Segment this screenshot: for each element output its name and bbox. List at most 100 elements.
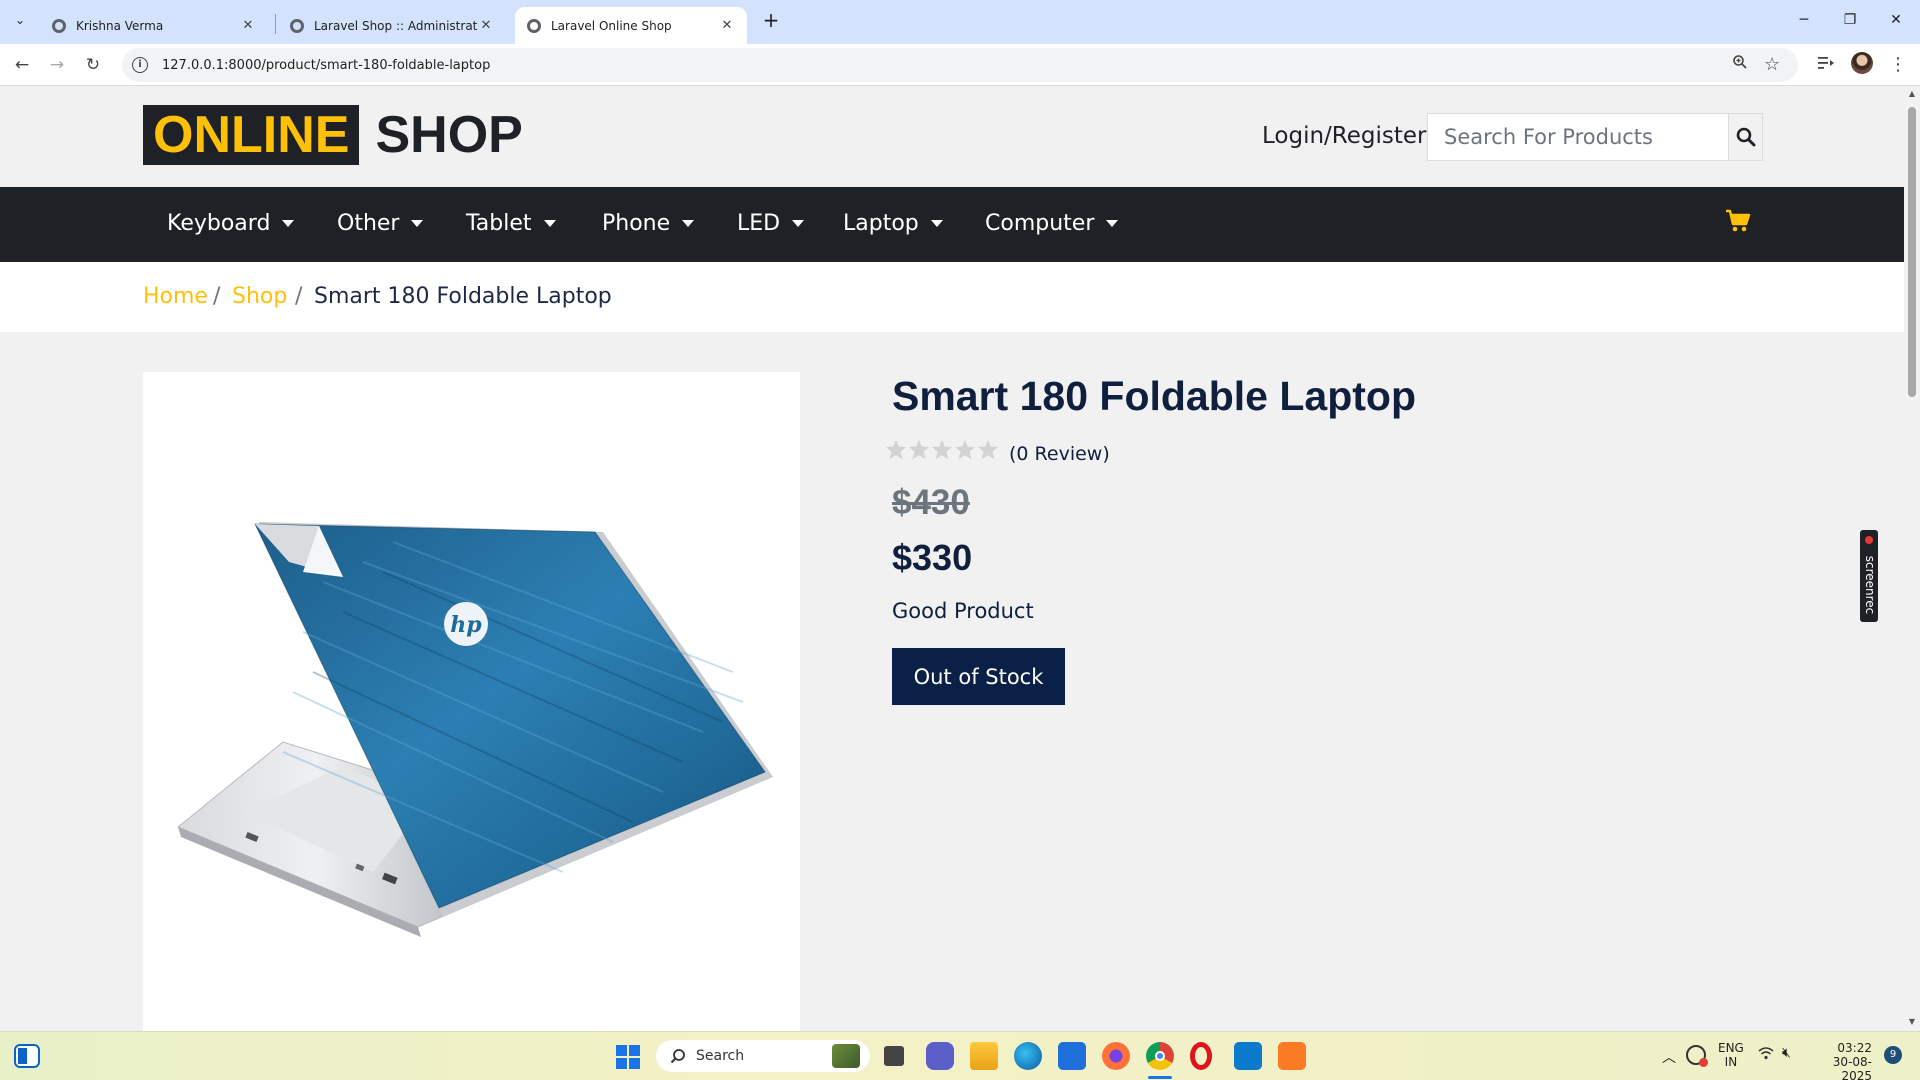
sale-price: $330 <box>892 537 973 578</box>
back-arrow-icon[interactable]: ← <box>8 51 36 79</box>
zoom-icon[interactable] <box>1732 48 1748 82</box>
media-queue-icon[interactable] <box>1812 51 1840 79</box>
breadcrumb: Home / Shop / Smart 180 Foldable Laptop <box>0 262 1904 332</box>
screenrec-widget[interactable]: screenrec <box>1860 530 1878 622</box>
forward-arrow-icon[interactable]: → <box>43 51 71 79</box>
widgets-icon[interactable] <box>14 1044 40 1068</box>
tab-close-icon[interactable]: ✕ <box>478 18 494 33</box>
chrome-icon[interactable] <box>1146 1042 1174 1070</box>
cart-icon[interactable] <box>1725 209 1751 237</box>
wifi-icon[interactable] <box>1758 1046 1774 1064</box>
region-code: IN <box>1724 1055 1738 1069</box>
browser-tab-active[interactable]: Laravel Online Shop ✕ <box>515 7 747 44</box>
nav-label: Laptop <box>843 211 919 236</box>
caret-down-icon <box>1106 220 1119 227</box>
file-explorer-icon[interactable] <box>970 1042 998 1070</box>
active-app-indicator <box>1148 1076 1172 1079</box>
nav-item-tablet[interactable]: Tablet <box>466 211 556 236</box>
clock[interactable]: 03:22 30-08-2025 <box>1810 1041 1872 1080</box>
show-hidden-icons-chevron-icon[interactable]: ︿ <box>1662 1047 1676 1067</box>
sync-icon[interactable] <box>1686 1045 1708 1067</box>
breadcrumb-shop-link[interactable]: Shop <box>232 284 287 309</box>
nav-label: LED <box>737 211 781 236</box>
star-empty-icon <box>908 439 930 460</box>
scroll-up-arrow-icon[interactable]: ▲ <box>1907 89 1917 98</box>
tab-title: Laravel Shop :: Administrative P <box>314 18 478 33</box>
speaker-muted-icon[interactable]: 🔇︎ <box>1782 1045 1791 1061</box>
tab-close-icon[interactable]: ✕ <box>719 18 735 33</box>
star-empty-icon <box>885 439 907 460</box>
search-icon <box>1736 127 1755 147</box>
nav-item-laptop[interactable]: Laptop <box>843 211 943 236</box>
nav-item-phone[interactable]: Phone <box>602 211 695 236</box>
microsoft-store-icon[interactable] <box>1058 1042 1086 1070</box>
nav-item-led[interactable]: LED <box>737 211 805 236</box>
nav-item-computer[interactable]: Computer <box>985 211 1119 236</box>
language-indicator[interactable]: ENG IN <box>1718 1041 1744 1069</box>
opera-icon[interactable] <box>1190 1042 1212 1070</box>
profile-avatar[interactable] <box>1851 52 1873 74</box>
globe-icon <box>527 18 541 33</box>
logo-text-shop: SHOP <box>375 106 523 164</box>
search-button[interactable] <box>1728 114 1762 160</box>
restore-icon[interactable]: ❐ <box>1836 8 1864 32</box>
xampp-icon[interactable] <box>1278 1042 1306 1070</box>
new-tab-button[interactable]: + <box>758 8 784 34</box>
edge-browser-icon[interactable] <box>1014 1042 1042 1070</box>
globe-icon <box>290 18 304 33</box>
caret-down-icon <box>682 220 695 227</box>
vscode-icon[interactable] <box>1234 1042 1262 1070</box>
nav-item-keyboard[interactable]: Keyboard <box>167 211 295 236</box>
original-price: $430 <box>892 483 970 522</box>
globe-icon <box>52 18 66 33</box>
login-register-link[interactable]: Login/Register <box>1262 123 1427 149</box>
tab-title: Krishna Verma <box>76 18 164 33</box>
site-info-icon[interactable]: i <box>132 57 148 73</box>
breadcrumb-separator: / <box>295 284 303 309</box>
caret-down-icon <box>543 220 556 227</box>
site-logo[interactable]: ONLINE SHOP <box>143 105 523 165</box>
task-view-icon[interactable] <box>884 1046 904 1066</box>
breadcrumb-separator: / <box>213 284 221 309</box>
page-scrollbar[interactable]: ▲ ▼ <box>1904 87 1920 1031</box>
tab-title: Laravel Online Shop <box>551 18 672 33</box>
kebab-menu-icon[interactable]: ⋮ <box>1884 51 1912 79</box>
out-of-stock-button[interactable]: Out of Stock <box>892 648 1065 705</box>
breadcrumb-home-link[interactable]: Home <box>143 284 208 309</box>
tab-close-icon[interactable]: ✕ <box>240 18 256 33</box>
bookmark-star-icon[interactable]: ☆ <box>1764 48 1780 82</box>
product-image[interactable]: hp <box>143 372 800 1031</box>
site-header: ONLINE SHOP Login/Register <box>0 87 1904 187</box>
windows-start-icon[interactable] <box>616 1045 640 1069</box>
close-window-icon[interactable]: ✕ <box>1882 8 1910 32</box>
firefox-icon[interactable] <box>1102 1042 1130 1070</box>
browser-tab[interactable]: Laravel Shop :: Administrative P ✕ <box>278 7 506 44</box>
taskbar-search[interactable]: Search <box>656 1040 870 1072</box>
browser-tab-strip: ⌄ Krishna Verma ✕ Laravel Shop :: Admini… <box>0 0 1920 44</box>
scroll-down-arrow-icon[interactable]: ▼ <box>1907 1017 1917 1026</box>
nav-label: Phone <box>602 211 671 236</box>
caret-down-icon <box>282 220 295 227</box>
review-count[interactable]: (0 Review) <box>1009 443 1110 465</box>
scrollbar-thumb[interactable] <box>1908 107 1916 397</box>
search-input[interactable] <box>1428 114 1728 160</box>
tab-search-chevron-icon[interactable]: ⌄ <box>8 8 32 32</box>
caret-down-icon <box>411 220 424 227</box>
taskbar-search-label: Search <box>696 1048 745 1064</box>
tab-divider <box>275 14 276 34</box>
caret-down-icon <box>792 220 805 227</box>
teams-chat-icon[interactable] <box>926 1042 954 1070</box>
browser-tab[interactable]: Krishna Verma ✕ <box>40 7 268 44</box>
search-form <box>1427 113 1763 161</box>
clock-time: 03:22 <box>1837 1041 1872 1055</box>
reload-icon[interactable]: ↻ <box>79 51 107 79</box>
notification-badge[interactable]: 9 <box>1884 1046 1902 1064</box>
address-bar[interactable]: i 127.0.0.1:8000/product/smart-180-folda… <box>122 48 1798 82</box>
star-empty-icon <box>977 439 999 460</box>
search-icon <box>670 1049 685 1064</box>
screenrec-label: screenrec <box>1863 555 1877 615</box>
breadcrumb-current: Smart 180 Foldable Laptop <box>314 284 612 309</box>
minimize-icon[interactable]: ─ <box>1790 8 1818 32</box>
record-dot-icon <box>1865 536 1873 544</box>
nav-item-other[interactable]: Other <box>337 211 424 236</box>
